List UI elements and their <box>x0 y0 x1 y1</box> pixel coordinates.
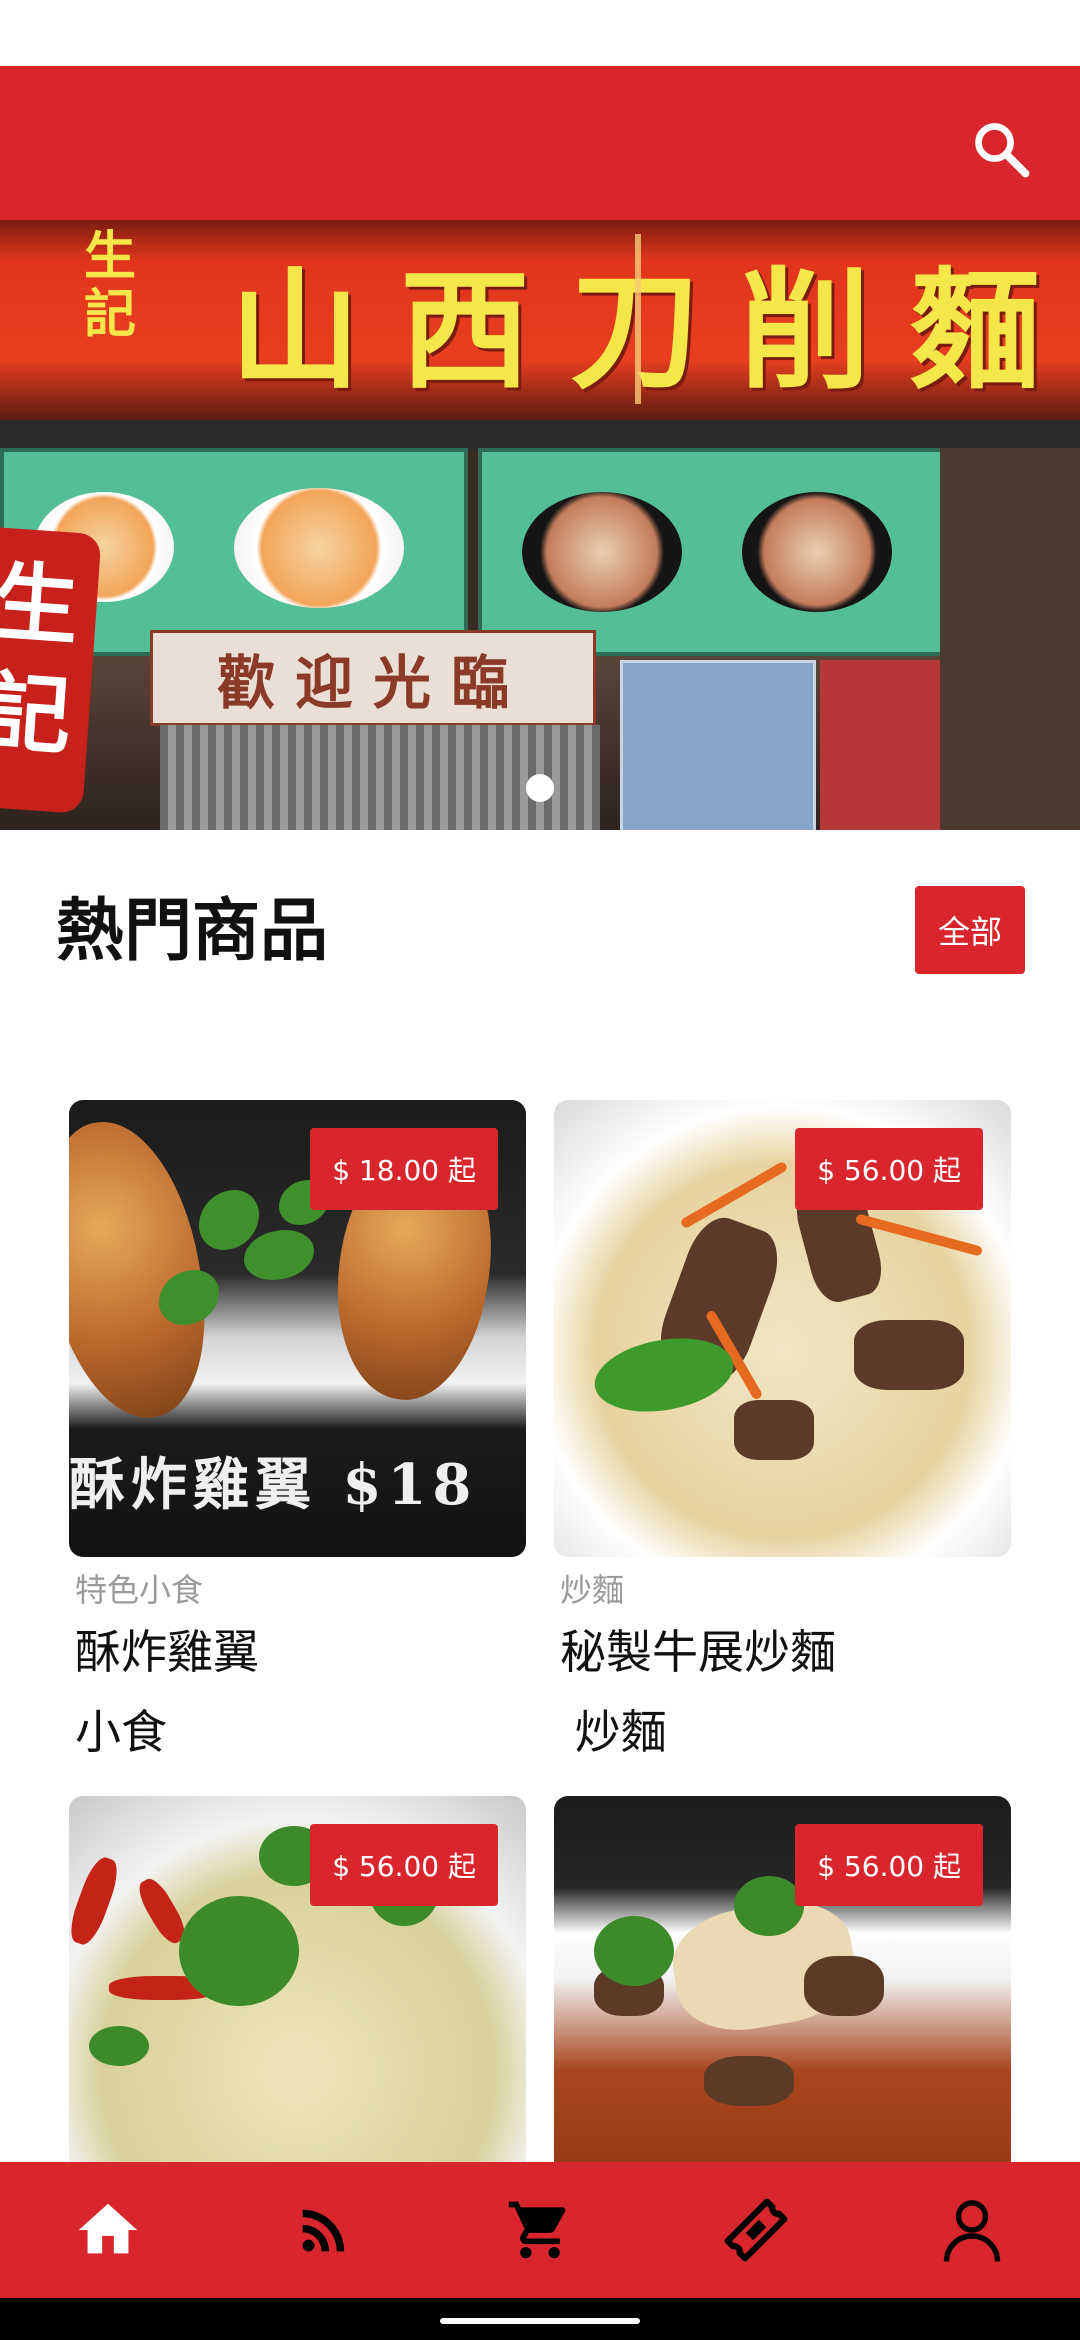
banner-side-panel <box>940 448 1080 830</box>
view-all-button[interactable]: 全部 <box>915 886 1025 974</box>
nav-coupons[interactable] <box>648 2162 864 2298</box>
home-gesture-handle[interactable] <box>440 2318 640 2324</box>
banner-sign-text: 山西刀削麵 <box>230 254 1080 407</box>
nav-profile[interactable] <box>864 2162 1080 2298</box>
app-bar <box>0 66 1080 220</box>
price-badge: $ 56.00 起 <box>795 1128 983 1210</box>
banner-strip <box>0 420 1080 450</box>
product-category: 特色小食 <box>75 1571 204 1609</box>
banner-sign-divider <box>635 234 641 404</box>
search-button[interactable] <box>958 106 1044 192</box>
section-title: 熱門商品 <box>56 892 329 971</box>
nav-home[interactable] <box>0 2162 216 2298</box>
product-name: 酥炸雞翼 <box>75 1625 259 1679</box>
price-badge: $ 18.00 起 <box>310 1128 498 1210</box>
product-subtitle: 小食 <box>75 1705 167 1759</box>
product-name: 秘製牛展炒麵 <box>560 1625 836 1679</box>
status-bar <box>0 0 1080 66</box>
cart-icon <box>508 2201 566 2259</box>
nav-cart[interactable] <box>432 2162 648 2298</box>
price-badge: $ 56.00 起 <box>310 1824 498 1906</box>
profile-icon <box>943 2200 1001 2262</box>
nav-feed[interactable] <box>216 2162 432 2298</box>
banner-carousel[interactable]: 生記 山西刀削麵 歡迎光臨 生記 <box>0 220 1080 830</box>
search-icon <box>975 123 1030 178</box>
banner-menu-board-right <box>478 448 946 656</box>
carousel-dot-active[interactable] <box>526 774 554 802</box>
banner-poster <box>620 660 816 830</box>
banner-sign-small-text: 生記 <box>83 226 136 345</box>
product-subtitle: 炒麵 <box>560 1705 667 1759</box>
banner-poster-red <box>820 660 940 830</box>
banner-welcome-sign: 歡迎光臨 <box>150 630 596 726</box>
product-category: 炒麵 <box>560 1571 625 1609</box>
rss-icon <box>302 2209 345 2252</box>
product-image-caption: 酥炸雞翼 $18 <box>69 1452 478 1518</box>
home-icon <box>78 2203 138 2254</box>
ticket-icon <box>724 2198 788 2262</box>
price-badge: $ 56.00 起 <box>795 1824 983 1906</box>
